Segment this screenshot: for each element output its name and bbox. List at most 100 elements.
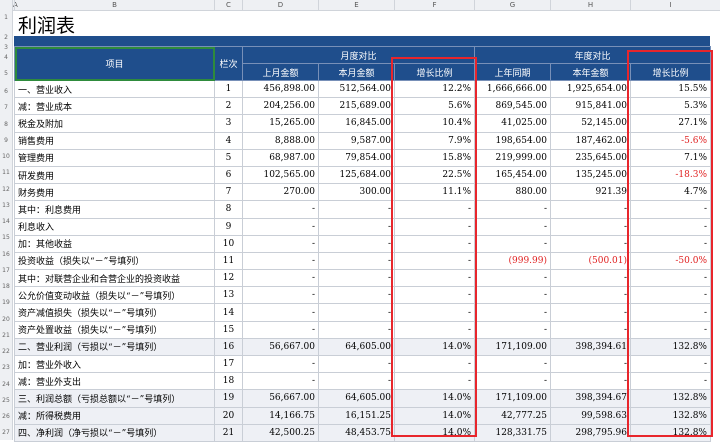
prev-year-cell[interactable]: - — [474, 303, 551, 322]
column-header-f[interactable]: F — [394, 0, 474, 10]
row-header-18[interactable]: 18 — [0, 283, 12, 290]
prev-year-cell[interactable]: - — [474, 200, 551, 219]
header-item[interactable]: 项目 — [14, 46, 215, 81]
line-cell[interactable]: 7 — [214, 183, 243, 202]
prev-year-cell[interactable]: 42,777.25 — [474, 406, 551, 425]
item-cell[interactable]: 研发费用 — [14, 165, 215, 185]
prev-month-cell[interactable]: - — [242, 251, 319, 271]
line-cell[interactable]: 18 — [214, 372, 243, 391]
this-year-cell[interactable]: 298,795.96 — [550, 423, 631, 442]
item-cell[interactable]: 管理费用 — [14, 148, 215, 167]
line-cell[interactable]: 1 — [214, 79, 243, 99]
line-cell[interactable]: 6 — [214, 165, 243, 185]
this-year-cell[interactable]: 187,462.00 — [550, 131, 631, 150]
prev-year-cell[interactable]: - — [474, 372, 551, 391]
this-year-cell[interactable]: 915,841.00 — [550, 97, 631, 116]
this-month-cell[interactable]: - — [318, 234, 395, 253]
this-year-cell[interactable]: 99,598.63 — [550, 406, 631, 425]
prev-year-cell[interactable]: 165,454.00 — [474, 165, 551, 185]
column-header-i[interactable]: I — [630, 0, 710, 10]
prev-year-cell[interactable]: (999.99) — [474, 251, 551, 271]
prev-year-cell[interactable]: - — [474, 354, 551, 374]
prev-year-cell[interactable]: 41,025.00 — [474, 114, 551, 133]
line-cell[interactable]: 2 — [214, 97, 243, 116]
this-year-cell[interactable]: 398,394.61 — [550, 337, 631, 357]
line-cell[interactable]: 4 — [214, 131, 243, 150]
line-cell[interactable]: 8 — [214, 200, 243, 219]
this-month-cell[interactable]: - — [318, 286, 395, 305]
this-month-cell[interactable]: 125,684.00 — [318, 165, 395, 185]
row-header-22[interactable]: 22 — [0, 348, 12, 355]
prev-month-cell[interactable]: 68,987.00 — [242, 148, 319, 167]
this-year-cell[interactable]: - — [550, 234, 631, 253]
row-header-5[interactable]: 5 — [0, 70, 12, 77]
this-year-cell[interactable]: 52,145.00 — [550, 114, 631, 133]
line-cell[interactable]: 19 — [214, 389, 243, 408]
this-month-cell[interactable]: 512,564.00 — [318, 79, 395, 99]
row-header-20[interactable]: 20 — [0, 316, 12, 323]
item-cell[interactable]: 资产处置收益（损失以“－”号填列） — [14, 320, 215, 339]
this-month-cell[interactable]: 215,689.00 — [318, 97, 395, 116]
this-year-cell[interactable]: - — [550, 200, 631, 219]
prev-month-cell[interactable]: 14,166.75 — [242, 406, 319, 425]
column-header-g[interactable]: G — [474, 0, 550, 10]
this-month-cell[interactable]: - — [318, 320, 395, 339]
row-header-4[interactable]: 4 — [0, 54, 12, 61]
column-header-e[interactable]: E — [318, 0, 394, 10]
this-month-cell[interactable]: - — [318, 217, 395, 236]
this-month-cell[interactable]: - — [318, 200, 395, 219]
line-cell[interactable]: 16 — [214, 337, 243, 357]
this-month-cell[interactable]: - — [318, 303, 395, 322]
row-header-6[interactable]: 6 — [0, 88, 12, 95]
prev-year-cell[interactable]: - — [474, 286, 551, 305]
this-year-cell[interactable]: 235,645.00 — [550, 148, 631, 167]
row-header-25[interactable]: 25 — [0, 397, 12, 404]
item-cell[interactable]: 四、净利润（净亏损以“－”号填列） — [14, 423, 215, 442]
row-header-14[interactable]: 14 — [0, 218, 12, 225]
row-header-17[interactable]: 17 — [0, 267, 12, 274]
prev-month-cell[interactable]: - — [242, 200, 319, 219]
header-prev-month[interactable]: 上月金额 — [242, 63, 319, 81]
prev-year-cell[interactable]: 171,109.00 — [474, 337, 551, 357]
prev-year-cell[interactable]: - — [474, 234, 551, 253]
this-month-cell[interactable]: 16,151.25 — [318, 406, 395, 425]
item-cell[interactable]: 税金及附加 — [14, 114, 215, 133]
row-header-8[interactable]: 8 — [0, 121, 12, 128]
line-cell[interactable]: 20 — [214, 406, 243, 425]
row-header-21[interactable]: 21 — [0, 332, 12, 339]
item-cell[interactable]: 二、营业利润（亏损以“－”号填列） — [14, 337, 215, 357]
header-line-no[interactable]: 栏次 — [214, 46, 243, 81]
prev-year-cell[interactable]: 198,654.00 — [474, 131, 551, 150]
line-cell[interactable]: 12 — [214, 269, 243, 288]
prev-month-cell[interactable]: 8,888.00 — [242, 131, 319, 150]
this-year-cell[interactable]: - — [550, 217, 631, 236]
row-header-23[interactable]: 23 — [0, 364, 12, 371]
prev-month-cell[interactable]: - — [242, 303, 319, 322]
column-header-c[interactable]: C — [214, 0, 242, 10]
item-cell[interactable]: 减：营业成本 — [14, 97, 215, 116]
column-header-b[interactable]: B — [14, 0, 214, 10]
prev-month-cell[interactable]: 204,256.00 — [242, 97, 319, 116]
item-cell[interactable]: 一、营业收入 — [14, 79, 215, 99]
row-header-13[interactable]: 13 — [0, 202, 12, 209]
line-cell[interactable]: 3 — [214, 114, 243, 133]
row-header-10[interactable]: 10 — [0, 153, 12, 160]
this-month-cell[interactable]: 79,854.00 — [318, 148, 395, 167]
prev-month-cell[interactable]: - — [242, 234, 319, 253]
row-header-1[interactable]: 1 — [0, 14, 12, 21]
prev-year-cell[interactable]: 869,545.00 — [474, 97, 551, 116]
this-month-cell[interactable]: - — [318, 354, 395, 374]
this-month-cell[interactable]: 48,453.75 — [318, 423, 395, 442]
row-header-26[interactable]: 26 — [0, 413, 12, 420]
row-header-11[interactable]: 11 — [0, 169, 12, 176]
column-header-h[interactable]: H — [550, 0, 630, 10]
prev-year-cell[interactable]: 128,331.75 — [474, 423, 551, 442]
this-month-cell[interactable]: 300.00 — [318, 183, 395, 202]
row-header-15[interactable]: 15 — [0, 234, 12, 241]
this-month-cell[interactable]: 64,605.00 — [318, 337, 395, 357]
prev-month-cell[interactable]: - — [242, 286, 319, 305]
line-cell[interactable]: 11 — [214, 251, 243, 271]
prev-month-cell[interactable]: 270.00 — [242, 183, 319, 202]
prev-month-cell[interactable]: - — [242, 354, 319, 374]
item-cell[interactable]: 加：营业外收入 — [14, 354, 215, 374]
